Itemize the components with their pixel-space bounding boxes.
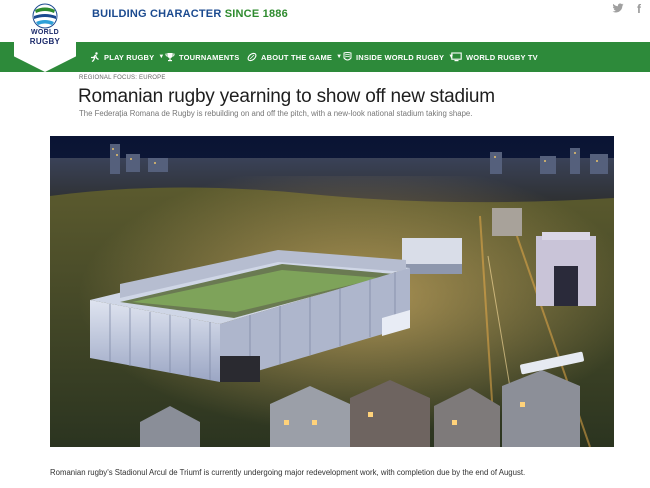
article-body-first-line: Romanian rugby's Stadionul Arcul de Triu… <box>50 468 526 477</box>
world-rugby-logo[interactable]: WORLD RUGBY <box>14 0 76 72</box>
logo-text-world: WORLD <box>31 29 59 36</box>
article-subtitle: The Federația Romana de Rugby is rebuild… <box>79 109 473 118</box>
tagline-main: BUILDING CHARACTER <box>92 8 225 20</box>
globe-logo-icon <box>32 3 58 29</box>
nav-world-rugby-tv[interactable]: WORLD RUGBY TV <box>451 42 538 72</box>
facebook-icon[interactable]: f <box>637 2 641 16</box>
top-bar: WORLD RUGBY BUILDING CHARACTER SINCE 188… <box>0 0 650 72</box>
nav-play-rugby[interactable]: PLAY RUGBY ▼ <box>90 42 165 72</box>
nav-label: WORLD RUGBY TV <box>466 52 538 62</box>
nav-about-the-game[interactable]: ABOUT THE GAME ▼ <box>247 42 342 72</box>
logo-text-rugby: RUGBY <box>29 37 61 46</box>
nav-label: ABOUT THE GAME <box>261 52 333 62</box>
main-navigation: PLAY RUGBY ▼ TOURNAMENTS ABOUT THE GAME … <box>0 42 650 72</box>
stadium-rendering <box>50 136 614 447</box>
rugby-ball-icon <box>247 52 257 62</box>
world-rugby-logo-icon <box>343 52 352 62</box>
nav-inside-world-rugby[interactable]: INSIDE WORLD RUGBY ▼ <box>343 42 454 72</box>
runner-icon <box>90 52 100 62</box>
tv-icon <box>451 52 462 62</box>
article-category[interactable]: REGIONAL FOCUS: EUROPE <box>79 75 166 81</box>
twitter-icon[interactable] <box>612 2 624 17</box>
trophy-icon <box>165 52 175 62</box>
chevron-down-icon: ▼ <box>336 54 343 60</box>
nav-label: TOURNAMENTS <box>179 52 240 62</box>
nav-label: PLAY RUGBY <box>104 52 155 62</box>
tagline-since: SINCE 1886 <box>224 8 288 20</box>
chevron-down-icon: ▼ <box>158 54 165 60</box>
tagline: BUILDING CHARACTER SINCE 1886 <box>92 8 288 20</box>
nav-label: INSIDE WORLD RUGBY <box>356 52 445 62</box>
nav-tournaments[interactable]: TOURNAMENTS <box>165 42 239 72</box>
article-title: Romanian rugby yearning to show off new … <box>78 86 495 107</box>
hero-image <box>50 136 614 447</box>
triumphal-arch <box>536 232 596 306</box>
